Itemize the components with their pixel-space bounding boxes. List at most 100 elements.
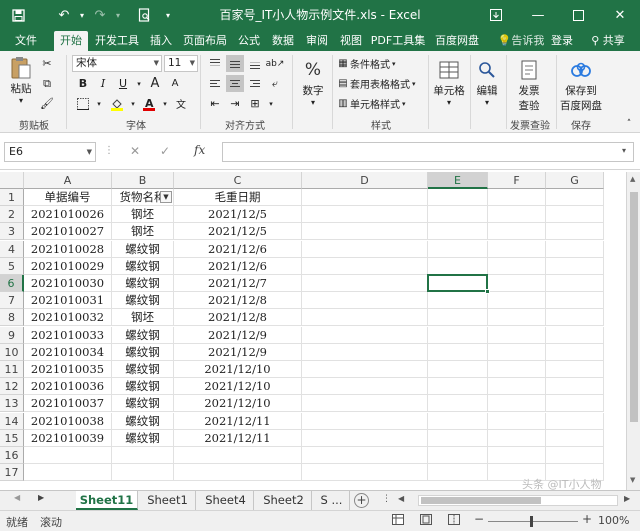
table-cell[interactable] (302, 326, 428, 344)
zoom-in-icon[interactable]: + (582, 512, 592, 526)
table-cell[interactable] (428, 361, 488, 378)
tab-insert[interactable]: 插入 (146, 30, 176, 51)
select-all-corner[interactable] (0, 172, 24, 189)
invoice-check-button[interactable]: 发票 查验 (510, 57, 548, 113)
table-cell[interactable] (546, 395, 604, 413)
table-cell[interactable] (546, 343, 604, 361)
table-cell[interactable] (488, 189, 546, 206)
align-bottom-icon[interactable] (246, 55, 264, 72)
horizontal-scroll-thumb[interactable] (421, 497, 541, 504)
table-cell[interactable] (488, 378, 546, 396)
table-cell[interactable] (428, 412, 488, 430)
ribbon-display-options-icon[interactable] (480, 0, 512, 30)
vertical-scrollbar[interactable]: ▲ ▼ (626, 172, 640, 490)
expand-formula-bar-icon[interactable]: ▾ (622, 146, 626, 155)
table-cell[interactable] (488, 326, 546, 344)
align-center-icon[interactable] (226, 75, 244, 92)
table-cell[interactable] (428, 464, 488, 482)
table-cell[interactable] (488, 223, 546, 241)
table-cell[interactable] (546, 326, 604, 344)
table-cell[interactable]: 2021/12/9 (174, 326, 302, 344)
table-cell[interactable] (546, 189, 604, 206)
row-header[interactable]: 12 (0, 378, 24, 396)
column-header-b[interactable]: B (112, 172, 174, 189)
paste-dropdown-icon[interactable]: ▾ (19, 96, 23, 105)
prev-sheet-icon[interactable]: ◀ (14, 493, 20, 502)
row-header[interactable]: 11 (0, 361, 24, 378)
table-cell[interactable] (428, 343, 488, 361)
table-cell[interactable] (428, 189, 488, 206)
table-cell[interactable]: 2021010036 (24, 378, 112, 396)
table-cell[interactable] (488, 343, 546, 361)
cancel-icon[interactable]: ✕ (130, 144, 140, 158)
table-cell[interactable] (112, 447, 174, 464)
header-cell[interactable]: 单据编号 (24, 189, 112, 206)
scroll-right-icon[interactable]: ▶ (624, 494, 630, 503)
table-cell[interactable] (174, 464, 302, 482)
table-cell[interactable] (428, 447, 488, 464)
table-cell[interactable]: 2021/12/6 (174, 240, 302, 258)
column-header-e[interactable]: E (428, 172, 488, 189)
collapse-ribbon-icon[interactable]: ˄ (620, 115, 638, 132)
table-cell[interactable] (428, 292, 488, 310)
tab-formulas[interactable]: 公式 (234, 30, 264, 51)
table-cell[interactable]: 2021/12/5 (174, 223, 302, 241)
sheet-tab-sheet2[interactable]: Sheet2 (256, 491, 312, 510)
tab-review[interactable]: 审阅 (302, 30, 332, 51)
align-left-icon[interactable] (206, 75, 224, 92)
table-cell[interactable] (546, 412, 604, 430)
save-to-baidu-button[interactable]: 保存到 百度网盘 (558, 57, 604, 113)
table-cell[interactable]: 螺纹钢 (112, 361, 174, 378)
table-cell[interactable]: 螺纹钢 (112, 326, 174, 344)
table-cell[interactable]: 2021010031 (24, 292, 112, 310)
formula-input[interactable] (222, 142, 634, 162)
table-cell[interactable]: 螺纹钢 (112, 240, 174, 258)
table-cell[interactable] (302, 223, 428, 241)
row-header[interactable]: 15 (0, 429, 24, 447)
spreadsheet-grid[interactable]: A B C D E F G 1 单据编号 货物名称 毛重日期 2 2021010026 钢坯 2021/12… (0, 172, 626, 490)
editing-button[interactable]: 编辑 ▾ (472, 57, 502, 107)
table-cell[interactable] (428, 257, 488, 275)
tab-view[interactable]: 视图 (336, 30, 366, 51)
table-cell[interactable] (302, 343, 428, 361)
table-cell[interactable]: 2021010035 (24, 361, 112, 378)
table-cell[interactable] (546, 223, 604, 241)
redo-dropdown-icon[interactable]: ▾ (106, 0, 130, 30)
row-header[interactable]: 16 (0, 447, 24, 464)
zoom-slider[interactable] (488, 521, 578, 522)
table-cell[interactable]: 螺纹钢 (112, 292, 174, 310)
table-cell[interactable] (174, 447, 302, 464)
table-cell[interactable]: 钢坯 (112, 223, 174, 241)
enter-icon[interactable]: ✓ (160, 144, 170, 158)
align-middle-icon[interactable] (226, 55, 244, 72)
table-cell[interactable] (112, 464, 174, 482)
format-as-table-button[interactable]: ▤ 套用表格格式 ▾ (336, 76, 415, 91)
table-cell[interactable] (546, 240, 604, 258)
table-cell[interactable]: 螺纹钢 (112, 378, 174, 396)
table-cell[interactable]: 螺纹钢 (112, 343, 174, 361)
decrease-indent-icon[interactable]: ⇤ (206, 95, 224, 112)
table-cell[interactable]: 螺纹钢 (112, 412, 174, 430)
align-top-icon[interactable] (206, 55, 224, 72)
table-cell[interactable]: 2021/12/11 (174, 429, 302, 447)
close-icon[interactable]: ✕ (604, 0, 636, 30)
table-cell[interactable] (428, 206, 488, 224)
name-box[interactable]: E6 ▼ (4, 142, 96, 162)
table-cell[interactable]: 钢坯 (112, 309, 174, 327)
row-header[interactable]: 14 (0, 412, 24, 430)
font-grow-icon[interactable]: A (146, 75, 164, 92)
table-cell[interactable] (428, 395, 488, 413)
row-header[interactable]: 7 (0, 292, 24, 310)
minimize-icon[interactable]: — (522, 0, 554, 30)
table-cell[interactable] (302, 275, 428, 292)
scroll-down-icon[interactable]: ▼ (630, 476, 635, 484)
column-header-c[interactable]: C (174, 172, 302, 189)
table-cell[interactable] (428, 309, 488, 327)
zoom-slider-thumb[interactable] (530, 516, 533, 527)
table-cell[interactable] (302, 395, 428, 413)
table-cell[interactable] (546, 361, 604, 378)
tab-home[interactable]: 开始 (54, 31, 88, 51)
table-cell[interactable] (302, 378, 428, 396)
table-cell[interactable] (488, 412, 546, 430)
fill-handle[interactable] (485, 289, 490, 295)
